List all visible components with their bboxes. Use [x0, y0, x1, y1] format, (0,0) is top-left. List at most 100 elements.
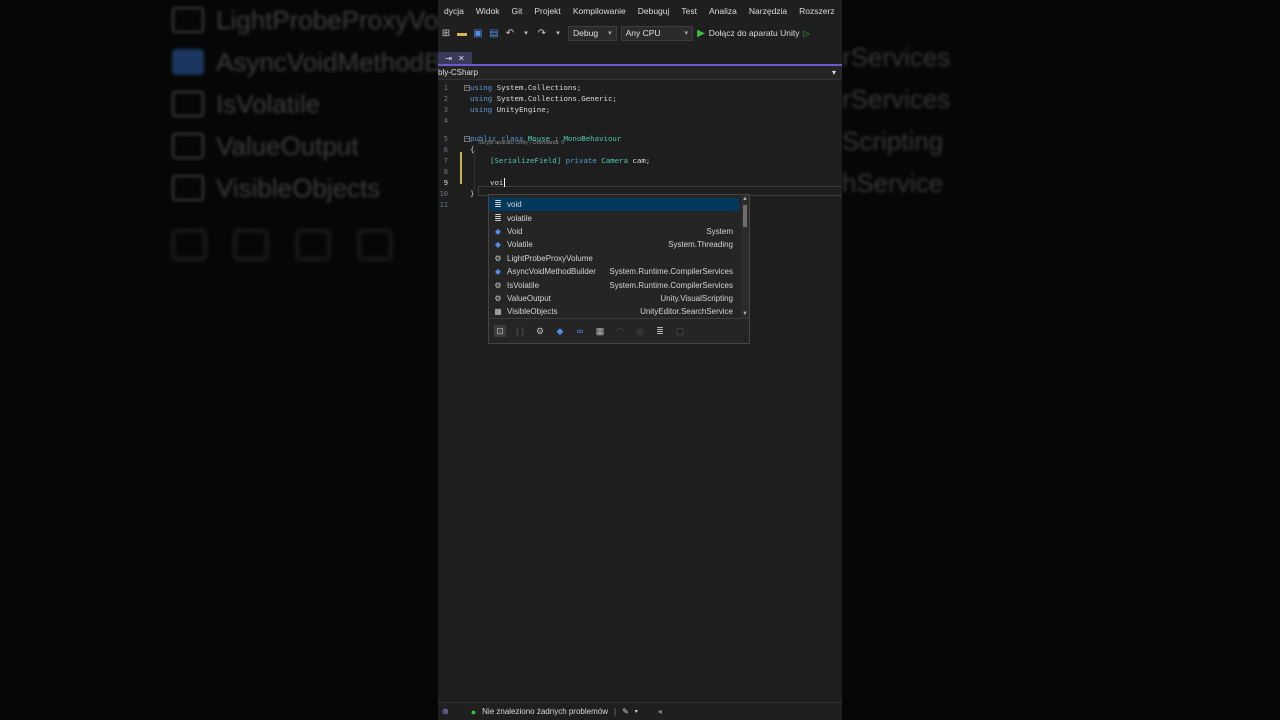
menu-tools[interactable]: Narzędzia: [743, 6, 793, 16]
chevron-down-icon: ▾: [684, 30, 689, 37]
class-icon: ◆: [494, 240, 502, 250]
new-item-icon[interactable]: ⊞: [440, 27, 452, 39]
line-number-current: 9: [443, 179, 448, 187]
module-filter-icon[interactable]: ▢: [674, 325, 686, 337]
code-line-9: voi: [490, 178, 506, 187]
navigation-bar: bly-CSharp ▾: [438, 66, 842, 80]
completion-item[interactable]: ◆ AsyncVoidMethodBuilder System.Runtime.Co…: [489, 265, 739, 278]
bg-item-valueoutput: ValueOutput: [172, 126, 359, 166]
bg-item-visibleobjects: VisibleObjects: [172, 168, 380, 208]
platform-dropdown[interactable]: Any CPU ▾: [620, 25, 694, 41]
status-bar: ⊛ ● Nie znaleziono żadnych problemów | ✎…: [438, 702, 842, 720]
change-marker: [460, 152, 462, 184]
line-number: 8: [443, 168, 448, 176]
component-icon: ⚙: [494, 293, 502, 303]
bg-item-isvolatile: IsVolatile: [172, 84, 320, 124]
play-icon[interactable]: ▶: [697, 28, 705, 39]
bg-label: ValueOutput: [216, 130, 359, 161]
menu-view[interactable]: Widok: [470, 6, 506, 16]
interface-filter-icon[interactable]: ∞: [574, 325, 586, 337]
redo-icon[interactable]: ↷: [536, 27, 548, 39]
save-all-icon[interactable]: ▤: [488, 27, 500, 39]
chevron-down-icon[interactable]: ▾: [832, 68, 836, 77]
code-editor[interactable]: 1 2 3 4 5 6 7 8 9 10 11 − − using System…: [438, 80, 842, 670]
chevron-down-icon[interactable]: ▾: [635, 708, 638, 715]
document-tab-strip: ⇥ ✕: [438, 52, 842, 66]
completion-item[interactable]: ≣ volatile: [489, 211, 739, 224]
component-icon: [172, 175, 204, 201]
open-folder-icon[interactable]: ▬: [456, 27, 468, 39]
code-line-2: using System.Collections.Generic;: [470, 94, 617, 103]
pin-icon[interactable]: ⇥: [445, 54, 452, 63]
component-filter-icon[interactable]: ⚙: [534, 325, 546, 337]
line-number: 10: [439, 190, 448, 198]
scroll-down-icon[interactable]: ▼: [741, 310, 749, 318]
class-filter-icon[interactable]: ◆: [554, 325, 566, 337]
menu-edit[interactable]: dycja: [438, 6, 470, 16]
bg-label: VisibleObjects: [216, 172, 381, 203]
line-number: 1: [443, 84, 448, 92]
completion-item[interactable]: ◆ Void System: [489, 225, 739, 238]
error-status[interactable]: Nie znaleziono żadnych problemów: [482, 707, 608, 716]
scroll-left-icon[interactable]: ◂: [658, 707, 662, 716]
menu-git[interactable]: Git: [505, 6, 528, 16]
completion-item[interactable]: ⚙ LightProbeProxyVolume: [489, 252, 739, 265]
completion-item[interactable]: ◆ Volatile System.Threading: [489, 238, 739, 251]
bg-right-label: hService: [842, 168, 944, 198]
redo-dropdown-icon[interactable]: ▾: [552, 27, 564, 39]
start-without-debug-icon[interactable]: ▷: [803, 29, 809, 38]
keyword-filter-icon[interactable]: ≣: [654, 325, 666, 337]
keyword-icon: ≣: [494, 212, 502, 223]
completion-item[interactable]: ⚙ IsVolatile System.Runtime.CompilerServic…: [489, 278, 739, 291]
configuration-dropdown[interactable]: Debug ▾: [568, 25, 617, 41]
menu-test[interactable]: Test: [675, 6, 703, 16]
line-number: 3: [443, 106, 448, 114]
class-icon: [172, 49, 204, 75]
project-selector[interactable]: bly-CSharp: [438, 68, 478, 77]
delegate-filter-icon[interactable]: ◎: [634, 325, 646, 337]
undo-icon[interactable]: ↶: [504, 27, 516, 39]
snippets-filter-icon[interactable]: ⊡: [494, 325, 506, 337]
component-icon: ⚙: [494, 280, 502, 290]
component-icon: [172, 133, 204, 159]
namespace-filter-icon[interactable]: { }: [514, 325, 526, 337]
completion-item[interactable]: ⚙ ValueOutput Unity.VisualScripting: [489, 292, 739, 305]
struct-icon: ▦: [494, 307, 502, 317]
close-icon[interactable]: ✕: [458, 54, 465, 63]
bg-label: IsVolatile: [216, 88, 321, 119]
code-line-3: using UnityEngine;: [470, 105, 551, 114]
code-line-10: }: [470, 189, 475, 198]
line-number: 5: [443, 135, 448, 143]
scrollbar-thumb[interactable]: [743, 205, 747, 227]
copilot-icon[interactable]: ⊛: [442, 707, 449, 716]
bg-filter-bar: [172, 222, 442, 268]
component-icon: ⚙: [494, 253, 502, 263]
menu-build[interactable]: Kompilowanie: [567, 6, 632, 16]
completion-scrollbar[interactable]: ▲ ▼: [741, 195, 749, 318]
menu-extensions[interactable]: Rozszerz: [793, 6, 840, 16]
class-icon: ◆: [494, 267, 502, 277]
text-cursor: [504, 178, 506, 187]
menu-debug[interactable]: Debuguj: [632, 6, 676, 16]
scroll-up-icon[interactable]: ▲: [741, 195, 749, 203]
completion-item[interactable]: ▦ VisibleObjects UnityEditor.SearchService: [489, 305, 739, 318]
check-circle-icon: ●: [470, 706, 477, 717]
enum-filter-icon[interactable]: ◠: [614, 325, 626, 337]
attach-unity-button[interactable]: Dołącz do aparatu Unity: [709, 28, 800, 38]
save-icon[interactable]: ▣: [472, 27, 484, 39]
intellisense-popup: ≣ void ≣ volatile ◆ Void System ◆ Volatile Sys…: [488, 194, 750, 344]
chevron-down-icon: ▾: [608, 30, 612, 37]
component-icon: [172, 7, 204, 33]
tab-mouse-cs[interactable]: ⇥ ✕: [438, 52, 472, 64]
line-number: 4: [443, 117, 448, 125]
struct-filter-icon[interactable]: ▦: [594, 325, 606, 337]
undo-dropdown-icon[interactable]: ▾: [520, 27, 532, 39]
completion-item[interactable]: ≣ void: [489, 198, 739, 212]
code-cleanup-icon[interactable]: ✎: [622, 707, 629, 716]
menu-project[interactable]: Projekt: [528, 6, 566, 16]
code-line-5: public class Mouse : MonoBehaviour: [470, 134, 622, 143]
class-icon: ◆: [494, 226, 502, 236]
component-icon: [172, 91, 204, 117]
menu-analyze[interactable]: Analiza: [703, 6, 743, 16]
code-line-6: {: [470, 145, 475, 154]
